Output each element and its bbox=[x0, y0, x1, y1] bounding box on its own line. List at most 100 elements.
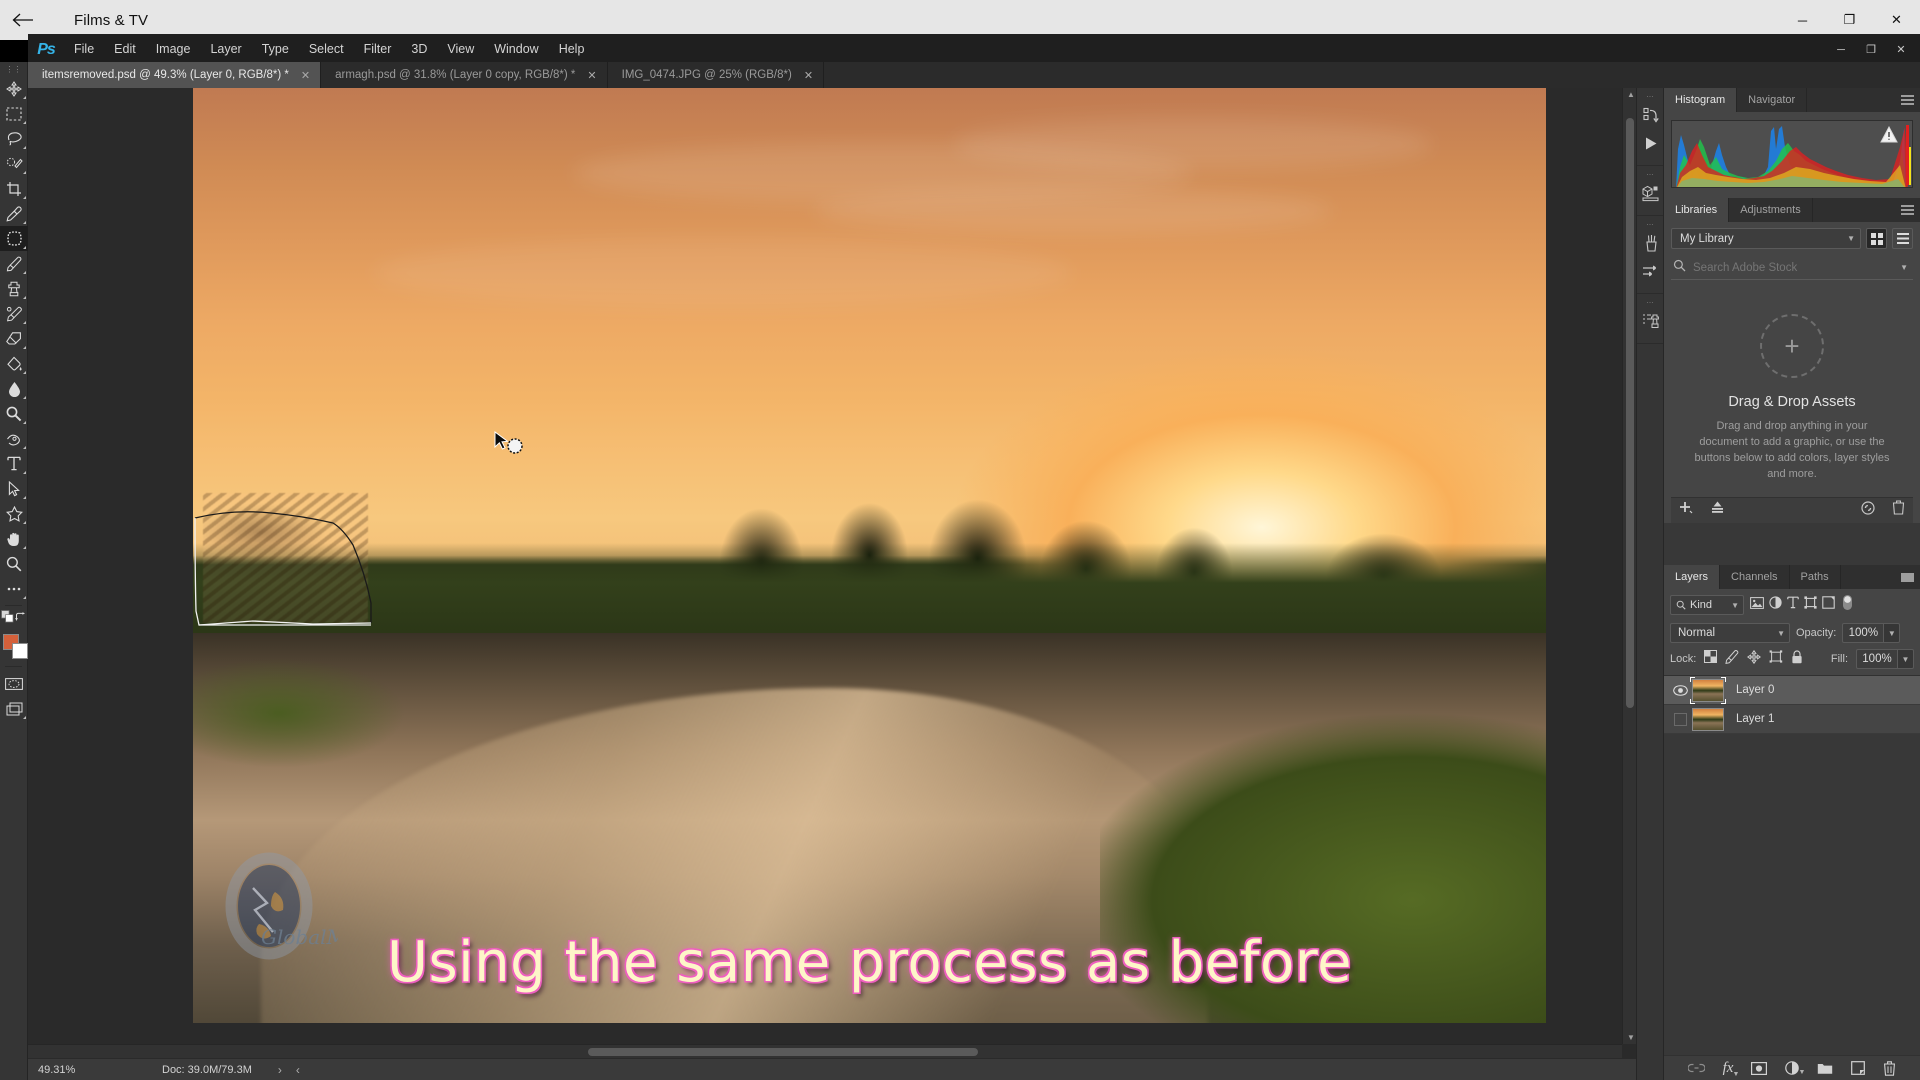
quick-mask-mode[interactable] bbox=[0, 671, 28, 696]
eyedropper-tool[interactable] bbox=[0, 201, 28, 226]
menu-3d[interactable]: 3D bbox=[401, 34, 437, 65]
brush-settings-icon[interactable] bbox=[1637, 257, 1665, 285]
tab-adjustments[interactable]: Adjustments bbox=[1729, 198, 1813, 222]
blur-tool[interactable] bbox=[0, 376, 28, 401]
canvas-horizontal-scrollbar[interactable] bbox=[28, 1044, 1622, 1058]
custom-shape-tool[interactable] bbox=[0, 501, 28, 526]
fill-stepper[interactable]: ▼ bbox=[1898, 649, 1914, 669]
layer-thumbnail[interactable] bbox=[1690, 676, 1726, 704]
library-select[interactable]: My Library ▼ bbox=[1671, 228, 1861, 249]
adobe-stock-search[interactable]: ▼ bbox=[1671, 256, 1913, 280]
dock-grip[interactable]: ⋯ bbox=[1637, 299, 1663, 307]
scrollbar-thumb[interactable] bbox=[588, 1048, 978, 1056]
delete-icon[interactable] bbox=[1892, 500, 1905, 520]
history-brush-tool[interactable] bbox=[0, 301, 28, 326]
horizontal-type-tool[interactable] bbox=[0, 451, 28, 476]
play-actions-icon[interactable] bbox=[1637, 129, 1665, 157]
close-icon[interactable]: ✕ bbox=[301, 69, 310, 82]
close-icon[interactable]: ✕ bbox=[804, 69, 813, 82]
canvas-area[interactable]: GlobalMinds Using the same process as be… bbox=[28, 88, 1636, 1058]
toolbar-grip[interactable]: ⋮⋮ bbox=[0, 62, 27, 76]
table-row[interactable]: Layer 0 bbox=[1664, 676, 1920, 705]
tab-histogram[interactable]: Histogram bbox=[1664, 88, 1738, 112]
status-prev-icon[interactable]: ‹ bbox=[296, 1063, 300, 1077]
layer-styles-icon[interactable]: fx ▼ bbox=[1723, 1060, 1740, 1078]
path-selection-tool[interactable] bbox=[0, 476, 28, 501]
document-tab-armagh[interactable]: armagh.psd @ 31.8% (Layer 0 copy, RGB/8*… bbox=[321, 62, 608, 88]
filter-pixel-icon[interactable] bbox=[1750, 596, 1764, 614]
default-colors-icon[interactable] bbox=[1, 610, 14, 628]
quick-selection-tool[interactable] bbox=[0, 151, 28, 176]
chevron-down-icon[interactable]: ▼ bbox=[1900, 263, 1908, 272]
scroll-down-icon[interactable]: ▼ bbox=[1627, 1033, 1635, 1042]
fill-value[interactable]: 100% bbox=[1856, 649, 1898, 669]
tab-libraries[interactable]: Libraries bbox=[1664, 198, 1730, 222]
list-view-icon[interactable] bbox=[1892, 228, 1913, 249]
grid-view-icon[interactable] bbox=[1866, 228, 1887, 249]
tab-layers[interactable]: Layers bbox=[1664, 565, 1721, 589]
delete-layer-icon[interactable] bbox=[1883, 1060, 1896, 1076]
table-row[interactable]: Layer 1 bbox=[1664, 705, 1920, 734]
menu-type[interactable]: Type bbox=[252, 34, 299, 65]
eraser-tool[interactable] bbox=[0, 326, 28, 351]
3d-panel-icon[interactable] bbox=[1637, 179, 1665, 207]
lock-position-icon[interactable] bbox=[1747, 649, 1762, 669]
status-next-icon[interactable]: › bbox=[278, 1063, 282, 1077]
menu-window[interactable]: Window bbox=[484, 34, 548, 65]
color-swatches[interactable] bbox=[0, 632, 28, 662]
lasso-tool[interactable] bbox=[0, 126, 28, 151]
tab-paths[interactable]: Paths bbox=[1790, 565, 1841, 589]
lock-all-icon[interactable] bbox=[1791, 649, 1803, 669]
new-layer-icon[interactable] bbox=[1851, 1061, 1866, 1075]
menu-image[interactable]: Image bbox=[146, 34, 201, 65]
add-asset-placeholder-icon[interactable]: + bbox=[1760, 314, 1824, 378]
dodge-tool[interactable] bbox=[0, 401, 28, 426]
move-tool[interactable] bbox=[0, 76, 28, 101]
zoom-tool[interactable] bbox=[0, 551, 28, 576]
link-layers-icon[interactable] bbox=[1687, 1063, 1705, 1073]
dock-grip[interactable]: ⋯ bbox=[1637, 93, 1663, 101]
menu-help[interactable]: Help bbox=[549, 34, 595, 65]
edit-toolbar[interactable] bbox=[0, 576, 28, 601]
brush-presets-icon[interactable] bbox=[1637, 229, 1665, 257]
clone-source-icon[interactable] bbox=[1637, 307, 1665, 335]
swap-colors-icon[interactable] bbox=[15, 610, 26, 628]
screen-mode[interactable] bbox=[0, 696, 28, 721]
filter-enable-toggle[interactable] bbox=[1842, 594, 1853, 616]
lock-artboard-icon[interactable] bbox=[1769, 650, 1783, 668]
panel-menu-icon[interactable] bbox=[1894, 88, 1920, 112]
clone-stamp-tool[interactable] bbox=[0, 276, 28, 301]
creative-cloud-sync-icon[interactable] bbox=[1860, 501, 1876, 520]
document-image[interactable]: GlobalMinds Using the same process as be… bbox=[193, 88, 1546, 1023]
layer-name[interactable]: Layer 0 bbox=[1736, 684, 1774, 696]
pen-tool[interactable] bbox=[0, 426, 28, 451]
search-input[interactable] bbox=[1693, 261, 1901, 274]
rectangular-marquee-tool[interactable] bbox=[0, 101, 28, 126]
panel-menu-icon[interactable] bbox=[1894, 198, 1920, 222]
menu-edit[interactable]: Edit bbox=[104, 34, 146, 65]
opacity-value[interactable]: 100% bbox=[1842, 623, 1885, 643]
dock-grip[interactable]: ⋯ bbox=[1637, 171, 1663, 179]
brush-tool[interactable] bbox=[0, 251, 28, 276]
document-tab-img0474[interactable]: IMG_0474.JPG @ 25% (RGB/8*) ✕ bbox=[607, 62, 825, 88]
document-tab-itemsremoved[interactable]: itemsremoved.psd @ 49.3% (Layer 0, RGB/8… bbox=[28, 62, 322, 88]
zoom-level[interactable]: 49.31% bbox=[28, 1064, 110, 1076]
crop-tool[interactable] bbox=[0, 176, 28, 201]
ps-minimize-button[interactable]: ─ bbox=[1826, 34, 1856, 65]
opacity-stepper[interactable]: ▼ bbox=[1884, 623, 1901, 643]
filter-shape-icon[interactable] bbox=[1804, 596, 1817, 614]
add-content-icon[interactable] bbox=[1679, 500, 1694, 520]
blend-mode-select[interactable]: Normal ▼ bbox=[1670, 623, 1790, 643]
patch-tool[interactable] bbox=[0, 226, 28, 251]
cached-data-warning-icon[interactable] bbox=[1880, 125, 1898, 148]
filter-type-icon[interactable] bbox=[1787, 596, 1799, 614]
new-group-icon[interactable] bbox=[1817, 1062, 1833, 1075]
menu-layer[interactable]: Layer bbox=[200, 34, 251, 65]
ps-restore-button[interactable]: ❐ bbox=[1856, 34, 1886, 65]
canvas-vertical-scrollbar[interactable]: ▲ ▼ bbox=[1622, 88, 1636, 1044]
filter-smart-object-icon[interactable] bbox=[1822, 596, 1835, 614]
hand-tool[interactable] bbox=[0, 526, 28, 551]
upload-icon[interactable] bbox=[1710, 500, 1725, 520]
menu-filter[interactable]: Filter bbox=[354, 34, 402, 65]
menu-file[interactable]: File bbox=[64, 34, 104, 65]
